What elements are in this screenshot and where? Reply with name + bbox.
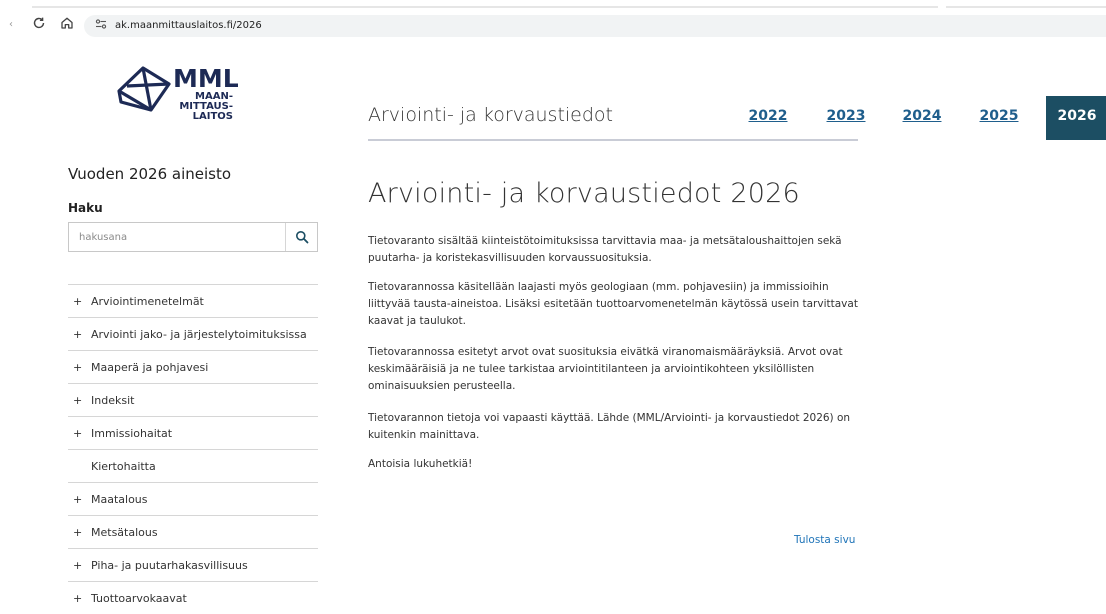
expand-plus-icon[interactable]: + — [73, 427, 91, 440]
search-box — [68, 222, 318, 252]
reload-icon[interactable] — [30, 16, 48, 34]
sidebar-item-metsatalous[interactable]: + Metsätalous — [68, 515, 318, 548]
mml-logo[interactable]: MML MAAN- MITTAUS- LAITOS — [115, 64, 239, 126]
tab-strip-edge — [32, 6, 938, 8]
expand-plus-icon[interactable]: + — [73, 328, 91, 341]
sidebar-item-label: Arviointi jako- ja järjestelytoimituksis… — [91, 327, 307, 341]
intro-paragraph-4: Tietovarannon tietoja voi vapaasti käytt… — [368, 412, 851, 441]
sidebar-item-label: Indeksit — [91, 393, 135, 407]
expand-plus-icon[interactable]: + — [73, 394, 91, 407]
search-button[interactable] — [286, 223, 317, 251]
logo-subtext: MAAN- MITTAUS- LAITOS — [179, 91, 233, 122]
sidebar-item-label: Immissiohaitat — [91, 426, 173, 440]
back-icon[interactable]: ‹ — [2, 16, 20, 34]
sidebar-item-label: Tuottoarvokaavat — [91, 591, 187, 605]
tab-year-2025[interactable]: 2025 — [979, 96, 1019, 140]
search-icon — [295, 231, 308, 244]
intro-paragraph-3: Tietovarannossa esitetyt arvot ovat suos… — [368, 346, 843, 392]
expand-plus-icon[interactable]: + — [73, 361, 91, 374]
expand-plus-icon[interactable]: + — [73, 526, 91, 539]
tab-year-2023[interactable]: 2023 — [826, 96, 866, 140]
sidebar-item-label: Kiertohaitta — [91, 459, 156, 473]
expand-plus-icon[interactable]: + — [73, 592, 91, 605]
search-label: Haku — [68, 201, 103, 215]
sidebar-item-maatalous[interactable]: + Maatalous — [68, 482, 318, 515]
sidebar-item-label: Maatalous — [91, 492, 148, 506]
sidebar-item-piha[interactable]: + Piha- ja puutarhakasvillisuus — [68, 548, 318, 581]
intro-paragraph-2: Tietovarannossa käsitellään laajasti myö… — [368, 281, 858, 327]
site-info-icon[interactable] — [94, 17, 110, 35]
logo-wordmark: MML — [173, 64, 239, 93]
site-title[interactable]: Arviointi- ja korvaustiedot — [368, 104, 613, 126]
expand-plus-icon[interactable]: + — [73, 493, 91, 506]
sidebar-item-immissiohaitat[interactable]: + Immissiohaitat — [68, 416, 318, 449]
sidebar-item-label: Arviointimenetelmät — [91, 294, 204, 308]
intro-paragraph-1: Tietovaranto sisältää kiinteistötoimituk… — [368, 235, 842, 264]
search-input[interactable] — [69, 223, 285, 251]
print-page-link[interactable]: Tulosta sivu — [794, 534, 855, 546]
sidebar-nav: + Arviointimenetelmät + Arviointi jako- ja… — [68, 284, 318, 614]
sidebar-item-label: Piha- ja puutarhakasvillisuus — [91, 558, 248, 572]
tab-year-2022[interactable]: 2022 — [748, 96, 788, 140]
sidebar-item-label: Maaperä ja pohjavesi — [91, 360, 209, 374]
closing-paragraph: Antoisia lukuhetkiä! — [368, 458, 473, 470]
url-text[interactable]: ak.maanmittauslaitos.fi/2026 — [115, 17, 262, 35]
tab-year-2026-active[interactable]: 2026 — [1046, 96, 1106, 140]
expand-plus-icon[interactable]: + — [73, 295, 91, 308]
page-title: Arviointi- ja korvaustiedot 2026 — [368, 178, 800, 209]
sidebar-heading: Vuoden 2026 aineisto — [68, 165, 232, 183]
sidebar-item-maapera[interactable]: + Maaperä ja pohjavesi — [68, 350, 318, 383]
tab-year-2024[interactable]: 2024 — [902, 96, 942, 140]
sidebar-item-indeksit[interactable]: + Indeksit — [68, 383, 318, 416]
sidebar-item-kiertohaitta[interactable]: +Kiertohaitta — [68, 449, 318, 482]
mml-logo-emblem — [117, 66, 171, 112]
expand-plus-icon[interactable]: + — [73, 559, 91, 572]
sidebar-item-arviointi-jako[interactable]: + Arviointi jako- ja järjestelytoimituksi… — [68, 317, 318, 350]
sidebar-item-label: Metsätalous — [91, 525, 158, 539]
sidebar-item-tuottoarvokaavat[interactable]: + Tuottoarvokaavat — [68, 581, 318, 614]
sidebar-item-arviointimenetelmat[interactable]: + Arviointimenetelmät — [68, 284, 318, 317]
browser-toolbar: ‹ ak.maanmittauslaitos.fi/2026 — [0, 0, 1106, 48]
tab-strip-edge-right — [946, 6, 1106, 8]
home-icon[interactable] — [58, 16, 76, 34]
